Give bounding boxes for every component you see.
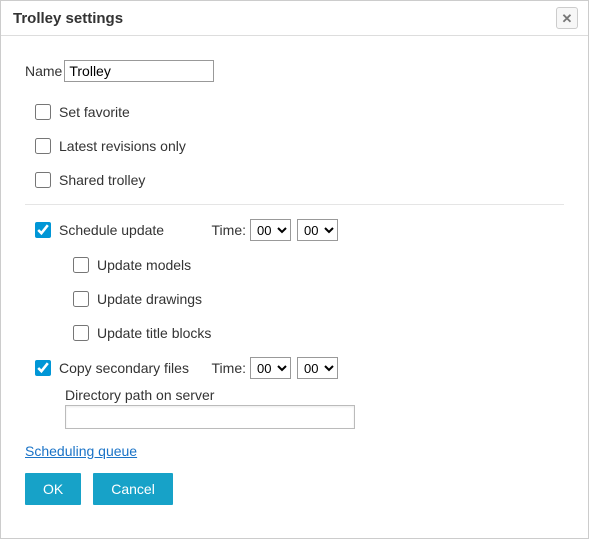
separator — [25, 204, 564, 205]
update-drawings-checkbox[interactable] — [73, 291, 89, 307]
update-models-label: Update models — [97, 257, 191, 273]
update-models-checkbox[interactable] — [73, 257, 89, 273]
scheduling-queue-link[interactable]: Scheduling queue — [25, 443, 137, 459]
schedule-update-label: Schedule update — [59, 222, 164, 238]
set-favorite-checkbox[interactable] — [35, 104, 51, 120]
trolley-settings-dialog: Trolley settings ✕ Name Set favorite Lat… — [0, 0, 589, 539]
shared-trolley-checkbox[interactable] — [35, 172, 51, 188]
dialog-buttons: OK Cancel — [25, 473, 564, 505]
schedule-hour-select[interactable]: 00 — [250, 219, 291, 241]
copy-time-block: Time: 00 00 — [212, 357, 564, 379]
update-models-row: Update models — [73, 257, 564, 273]
copy-secondary-label: Copy secondary files — [59, 360, 189, 376]
directory-path-input[interactable] — [65, 405, 355, 429]
copy-secondary-row: Copy secondary files Time: 00 00 — [35, 357, 564, 379]
directory-path-label: Directory path on server — [65, 387, 564, 403]
name-label: Name — [25, 63, 62, 79]
update-title-blocks-row: Update title blocks — [73, 325, 564, 341]
copy-minute-select[interactable]: 00 — [297, 357, 338, 379]
update-drawings-row: Update drawings — [73, 291, 564, 307]
set-favorite-row: Set favorite — [35, 104, 564, 120]
copy-time-label: Time: — [212, 360, 246, 376]
schedule-update-checkbox[interactable] — [35, 222, 51, 238]
latest-revisions-label: Latest revisions only — [59, 138, 186, 154]
update-title-blocks-label: Update title blocks — [97, 325, 211, 341]
latest-revisions-checkbox[interactable] — [35, 138, 51, 154]
copy-hour-select[interactable]: 00 — [250, 357, 291, 379]
schedule-time-block: Time: 00 00 — [212, 219, 564, 241]
cancel-button[interactable]: Cancel — [93, 473, 173, 505]
dialog-body: Name Set favorite Latest revisions only … — [1, 36, 588, 521]
dialog-title: Trolley settings — [13, 10, 123, 27]
set-favorite-label: Set favorite — [59, 104, 130, 120]
name-input[interactable] — [64, 60, 214, 82]
schedule-update-row: Schedule update Time: 00 00 — [35, 219, 564, 241]
close-icon: ✕ — [562, 12, 573, 25]
copy-secondary-checkbox[interactable] — [35, 360, 51, 376]
update-title-blocks-checkbox[interactable] — [73, 325, 89, 341]
shared-trolley-row: Shared trolley — [35, 172, 564, 188]
ok-button[interactable]: OK — [25, 473, 81, 505]
directory-path-wrap — [65, 405, 564, 429]
schedule-minute-select[interactable]: 00 — [297, 219, 338, 241]
close-button[interactable]: ✕ — [556, 7, 578, 29]
update-drawings-label: Update drawings — [97, 291, 202, 307]
shared-trolley-label: Shared trolley — [59, 172, 145, 188]
latest-revisions-row: Latest revisions only — [35, 138, 564, 154]
dialog-header: Trolley settings ✕ — [1, 1, 588, 36]
schedule-time-label: Time: — [212, 222, 246, 238]
name-row: Name — [25, 60, 564, 82]
